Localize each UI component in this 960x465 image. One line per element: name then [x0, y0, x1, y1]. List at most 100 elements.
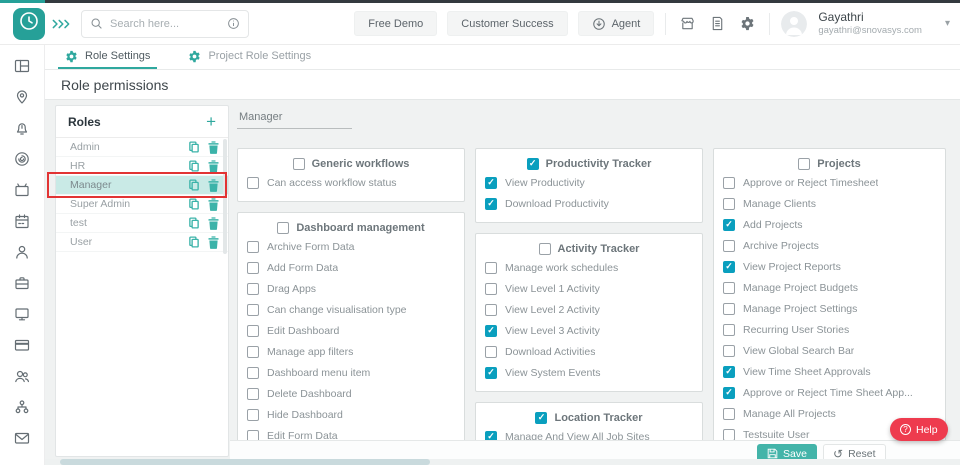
permission-item[interactable]: View Level 2 Activity: [485, 299, 693, 320]
permission-item[interactable]: Can access workflow status: [247, 172, 455, 193]
tv-icon[interactable]: [14, 182, 30, 198]
role-row-admin[interactable]: Admin: [56, 138, 228, 157]
permission-checkbox[interactable]: [485, 198, 497, 210]
permission-item[interactable]: Drag Apps: [247, 278, 455, 299]
permission-checkbox[interactable]: [723, 198, 735, 210]
permission-item[interactable]: Approve or Reject Time Sheet App...: [723, 382, 936, 403]
notification-bell-icon[interactable]: [14, 120, 30, 136]
permission-item[interactable]: View System Events: [485, 362, 693, 383]
permission-checkbox[interactable]: [485, 346, 497, 358]
delete-role-icon[interactable]: [208, 217, 219, 230]
delete-role-icon[interactable]: [208, 160, 219, 173]
user-menu[interactable]: Gayathri gayathri@snovasys.com: [818, 10, 922, 37]
permission-item[interactable]: Add Projects: [723, 214, 936, 235]
permission-item[interactable]: Manage work schedules: [485, 257, 693, 278]
permission-item[interactable]: Download Productivity: [485, 193, 693, 214]
permission-item[interactable]: View Project Reports: [723, 256, 936, 277]
permission-checkbox[interactable]: [247, 241, 259, 253]
permission-checkbox[interactable]: [247, 304, 259, 316]
permission-item[interactable]: Delete Dashboard: [247, 383, 455, 404]
permission-group-header[interactable]: Activity Tracker: [485, 240, 693, 257]
permission-checkbox[interactable]: [723, 387, 735, 399]
permission-item[interactable]: Manage app filters: [247, 341, 455, 362]
document-icon[interactable]: [707, 16, 728, 31]
permission-checkbox[interactable]: [485, 283, 497, 295]
permission-checkbox[interactable]: [723, 282, 735, 294]
user-icon[interactable]: [14, 244, 30, 260]
permission-checkbox[interactable]: [247, 430, 259, 441]
briefcase-icon[interactable]: [14, 275, 30, 291]
spiral-icon[interactable]: [14, 151, 30, 167]
group-checkbox[interactable]: [293, 158, 305, 170]
tab-role-settings[interactable]: Role Settings: [58, 45, 157, 69]
group-checkbox[interactable]: [277, 222, 289, 234]
permission-checkbox[interactable]: [247, 346, 259, 358]
copy-role-icon[interactable]: [188, 198, 200, 210]
pin-icon[interactable]: [14, 89, 30, 105]
permission-item[interactable]: Recurring User Stories: [723, 319, 936, 340]
help-button[interactable]: ? Help: [890, 418, 948, 441]
permission-checkbox[interactable]: [723, 177, 735, 189]
permission-checkbox[interactable]: [723, 303, 735, 315]
team-icon[interactable]: [14, 368, 30, 384]
credit-card-icon[interactable]: [14, 337, 30, 353]
permission-item[interactable]: Download Activities: [485, 341, 693, 362]
permission-checkbox[interactable]: [247, 262, 259, 274]
permission-item[interactable]: View Time Sheet Approvals: [723, 361, 936, 382]
role-row-hr[interactable]: HR: [56, 157, 228, 176]
copy-role-icon[interactable]: [188, 236, 200, 248]
permission-checkbox[interactable]: [485, 177, 497, 189]
store-icon[interactable]: [677, 16, 698, 31]
permission-checkbox[interactable]: [247, 283, 259, 295]
permission-checkbox[interactable]: [723, 261, 735, 273]
permission-checkbox[interactable]: [723, 219, 735, 231]
permission-group-header[interactable]: Dashboard management: [247, 219, 455, 236]
info-icon[interactable]: [227, 17, 240, 30]
permission-checkbox[interactable]: [485, 325, 497, 337]
permission-item[interactable]: Can change visualisation type: [247, 299, 455, 320]
search-box[interactable]: [81, 10, 249, 38]
agent-button[interactable]: Agent: [578, 11, 655, 36]
permission-checkbox[interactable]: [485, 304, 497, 316]
search-input[interactable]: [110, 18, 220, 30]
permission-item[interactable]: Manage Project Settings: [723, 298, 936, 319]
copy-role-icon[interactable]: [188, 141, 200, 153]
role-row-manager[interactable]: Manager: [56, 176, 228, 195]
chevron-down-icon[interactable]: ▾: [945, 18, 950, 29]
horizontal-scrollbar-track[interactable]: [45, 459, 960, 465]
role-name-input[interactable]: [237, 109, 352, 129]
copy-role-icon[interactable]: [188, 160, 200, 172]
delete-role-icon[interactable]: [208, 141, 219, 154]
permission-checkbox[interactable]: [723, 366, 735, 378]
add-role-button[interactable]: +: [206, 113, 216, 130]
role-row-user[interactable]: User: [56, 233, 228, 252]
group-checkbox[interactable]: [539, 243, 551, 255]
permission-checkbox[interactable]: [723, 324, 735, 336]
permission-checkbox[interactable]: [485, 262, 497, 274]
permission-item[interactable]: Dashboard menu item: [247, 362, 455, 383]
permission-item[interactable]: Hide Dashboard: [247, 404, 455, 425]
free-demo-button[interactable]: Free Demo: [354, 11, 437, 36]
delete-role-icon[interactable]: [208, 179, 219, 192]
permission-checkbox[interactable]: [247, 409, 259, 421]
permission-item[interactable]: Manage And View All Job Sites: [485, 426, 693, 440]
permission-group-header[interactable]: Generic workflows: [247, 155, 455, 172]
group-checkbox[interactable]: [527, 158, 539, 170]
permission-group-header[interactable]: Projects: [723, 155, 936, 172]
org-chart-icon[interactable]: [14, 399, 30, 415]
role-row-super-admin[interactable]: Super Admin: [56, 195, 228, 214]
permission-item[interactable]: Archive Projects: [723, 235, 936, 256]
calendar-icon[interactable]: [14, 213, 30, 229]
delete-role-icon[interactable]: [208, 236, 219, 249]
permission-item[interactable]: Manage Clients: [723, 193, 936, 214]
permission-item[interactable]: View Level 3 Activity: [485, 320, 693, 341]
permission-checkbox[interactable]: [723, 240, 735, 252]
role-row-test[interactable]: test: [56, 214, 228, 233]
permission-item[interactable]: View Global Search Bar: [723, 340, 936, 361]
permission-checkbox[interactable]: [723, 345, 735, 357]
horizontal-scrollbar-thumb[interactable]: [60, 459, 430, 465]
settings-icon[interactable]: [737, 16, 758, 31]
permission-checkbox[interactable]: [247, 325, 259, 337]
permission-group-header[interactable]: Productivity Tracker: [485, 155, 693, 172]
permission-item[interactable]: View Level 1 Activity: [485, 278, 693, 299]
